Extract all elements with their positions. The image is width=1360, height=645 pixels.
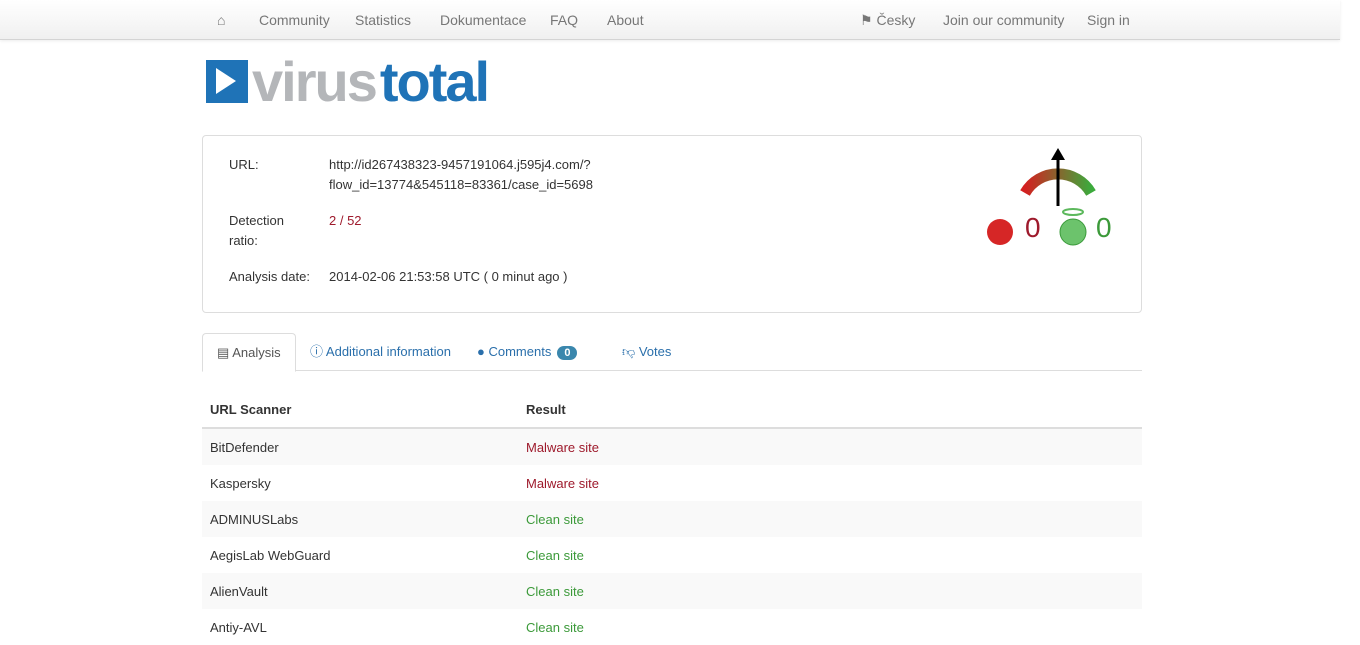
- comment-icon: ●: [477, 344, 485, 359]
- logo-text-virus: virus: [252, 50, 378, 113]
- nav-community[interactable]: Community: [259, 12, 330, 28]
- table-icon: ▤: [217, 345, 230, 360]
- tab-votes[interactable]: 👎︎ Votes: [608, 333, 685, 370]
- table-row: Kaspersky Malware site: [202, 465, 1142, 501]
- url-line-2: flow_id=13774&545118=83361/case_id=5698: [329, 177, 593, 192]
- flag-icon: ⚑: [860, 12, 873, 28]
- summary-panel: URL: http://id267438323-9457191064.j595j…: [202, 135, 1142, 313]
- nav-signin[interactable]: Sign in: [1087, 12, 1130, 28]
- result-cell: Malware site: [526, 475, 599, 491]
- detection-ratio-value: 2 / 52: [329, 213, 362, 228]
- tab-additional-info[interactable]: ⓘ Additional information: [296, 333, 465, 370]
- scanner-cell: Kaspersky: [210, 475, 271, 491]
- table-row: ADMINUSLabs Clean site: [202, 501, 1142, 537]
- harmless-votes-count: 0: [1096, 212, 1112, 243]
- scanner-results-table: URL Scanner Result BitDefender Malware sit…: [202, 391, 1142, 645]
- scanner-cell: AlienVault: [202, 573, 518, 609]
- header-result: Result: [518, 391, 1142, 429]
- url-value: http://id267438323-9457191064.j595j4.com…: [329, 155, 593, 195]
- malicious-votes-count: 0: [1025, 212, 1041, 243]
- thumbs-down-icon: 👎︎: [622, 344, 636, 359]
- analysis-date-label: Analysis date:: [229, 269, 310, 284]
- nav-documentation[interactable]: Dokumentace: [440, 12, 526, 28]
- table-row: AegisLab WebGuard Clean site: [202, 537, 1142, 573]
- home-icon[interactable]: ⌂: [217, 12, 225, 28]
- scanner-cell: AegisLab WebGuard: [210, 547, 331, 563]
- table-row: BitDefender Malware site: [202, 428, 1142, 465]
- tab-analysis[interactable]: ▤ Analysis: [202, 333, 296, 372]
- nav-language[interactable]: ⚑ Česky: [860, 12, 915, 29]
- devil-icon: [987, 219, 1013, 245]
- tab-analysis-label: Analysis: [232, 345, 281, 360]
- logo-mark-icon: [206, 60, 248, 103]
- url-label: URL:: [229, 157, 259, 172]
- scanner-cell: ADMINUSLabs: [202, 501, 518, 537]
- language-label: Česky: [876, 12, 916, 28]
- result-cell: Clean site: [518, 573, 1142, 609]
- scanner-cell: BitDefender: [202, 428, 518, 465]
- tab-comments[interactable]: ● Comments 0: [463, 333, 591, 370]
- header-scanner: URL Scanner: [202, 391, 518, 429]
- scanner-cell: Antiy-AVL: [210, 619, 267, 635]
- table-row: AlienVault Clean site: [202, 573, 1142, 609]
- result-cell: Malware site: [518, 428, 1142, 465]
- nav-about[interactable]: About: [607, 12, 644, 28]
- tab-bar: ▤ Analysis ⓘ Additional information ● Co…: [202, 333, 1142, 372]
- virustotal-logo[interactable]: virus total: [206, 50, 490, 113]
- comments-count-badge: 0: [557, 346, 578, 360]
- tab-comments-label: Comments: [488, 344, 552, 359]
- result-cell: Clean site: [518, 501, 1142, 537]
- analysis-date-value: 2014-02-06 21:53:58 UTC ( 0 minut ago ): [329, 269, 568, 284]
- angel-icon: [1059, 218, 1087, 246]
- top-navbar: ⌂ Community Statistics Dokumentace FAQ A…: [0, 0, 1340, 40]
- table-row: Antiy-AVL Clean site: [202, 609, 1142, 645]
- tab-votes-label: Votes: [638, 344, 672, 359]
- nav-statistics[interactable]: Statistics: [355, 12, 411, 28]
- url-line-1: http://id267438323-9457191064.j595j4.com…: [329, 157, 591, 172]
- result-cell: Clean site: [526, 547, 584, 563]
- nav-join[interactable]: Join our community: [943, 12, 1064, 28]
- result-cell: Clean site: [526, 619, 584, 635]
- tab-info-label: Additional information: [325, 344, 451, 359]
- logo-text-total: total: [379, 50, 490, 113]
- detection-ratio-label: Detection ratio:: [229, 213, 284, 248]
- nav-faq[interactable]: FAQ: [550, 12, 578, 28]
- info-icon: ⓘ: [310, 344, 324, 359]
